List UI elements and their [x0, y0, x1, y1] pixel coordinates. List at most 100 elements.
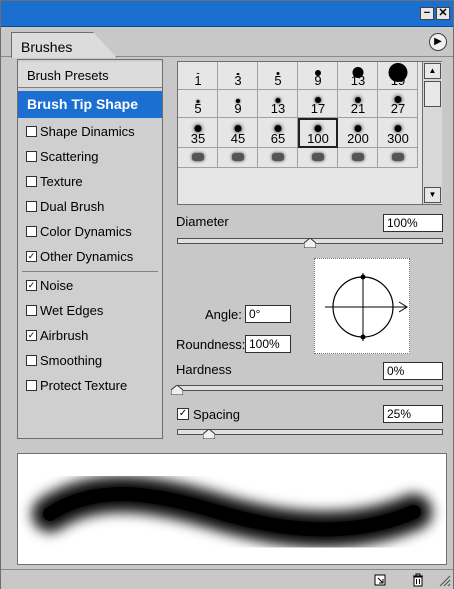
brush-options-list: Brush Presets Brush Tip Shape Shape Dina… [17, 59, 163, 439]
hardness-label: Hardness [176, 362, 232, 377]
sidebar-item-airbrush[interactable]: ✓ Airbrush [18, 324, 162, 348]
sidebar-item-other-dynamics[interactable]: ✓ Other Dynamics [18, 245, 162, 269]
sidebar-item-brush-presets[interactable]: Brush Presets [18, 62, 162, 88]
new-brush-icon[interactable] [373, 573, 387, 587]
spacing-checkbox[interactable]: ✓ [177, 408, 189, 420]
brush-tip-soft-9[interactable]: 9 [218, 90, 258, 118]
title-bar[interactable]: − ✕ [1, 1, 453, 27]
brush-tip-soft-27[interactable]: 27 [378, 90, 418, 118]
spacing-field[interactable]: 25% [383, 405, 443, 423]
sidebar-item-wet-edges[interactable]: Wet Edges [18, 299, 162, 323]
texture-checkbox[interactable] [26, 176, 37, 187]
brush-size-label: 100 [307, 131, 329, 146]
sidebar-item-label: Color Dynamics [40, 224, 132, 239]
shape-dynamics-checkbox[interactable] [26, 126, 37, 137]
panel-footer [1, 569, 453, 589]
sidebar-item-label: Brush Presets [27, 68, 109, 83]
brush-tip-5[interactable]: 5 [258, 62, 298, 90]
scroll-up-arrow-icon[interactable]: ▲ [424, 63, 441, 79]
protect-texture-checkbox[interactable] [26, 380, 37, 391]
brush-size-label: 65 [270, 131, 286, 146]
hardness-field[interactable]: 0% [383, 362, 443, 380]
sidebar-item-label: Smoothing [40, 353, 103, 368]
brush-grid-scrollbar[interactable]: ▲ ▼ [422, 62, 442, 204]
smoothing-checkbox[interactable] [26, 355, 37, 366]
roundness-label: Roundness: [176, 337, 246, 352]
brush-size-label: 27 [390, 101, 406, 116]
panel-menu-button[interactable]: ▶ [429, 33, 447, 51]
brush-tip-19[interactable]: 19 [378, 62, 418, 90]
brush-tip-soft-200[interactable]: 200 [338, 118, 378, 148]
scroll-down-arrow-icon[interactable]: ▼ [424, 187, 441, 203]
hardness-slider[interactable] [177, 385, 443, 391]
brush-tip-1[interactable]: 1 [178, 62, 218, 90]
color-dynamics-checkbox[interactable] [26, 226, 37, 237]
brush-tip-texture-6[interactable] [378, 148, 418, 168]
tab-row: Brushes ▶ [1, 27, 453, 58]
brush-tip-soft-21[interactable]: 21 [338, 90, 378, 118]
brush-size-label: 1 [194, 73, 202, 88]
roundness-field[interactable]: 100% [245, 335, 291, 353]
other-dynamics-checkbox[interactable]: ✓ [26, 251, 37, 262]
brush-tip-soft-35[interactable]: 35 [178, 118, 218, 148]
minimize-button[interactable]: − [420, 7, 434, 20]
brush-tip-soft-100[interactable]: 100 [298, 118, 338, 148]
brush-tip-texture-1[interactable] [178, 148, 218, 168]
sidebar-item-protect-texture[interactable]: Protect Texture [18, 374, 162, 398]
brushes-panel: − ✕ Brushes ▶ Brush Presets Brush Tip Sh… [0, 0, 454, 589]
brush-tip-soft-17[interactable]: 17 [298, 90, 338, 118]
brush-tip-grid: 1 3 5 9 13 19 5 9 13 17 21 27 35 45 65 1… [177, 61, 442, 205]
brush-tip-texture-4[interactable] [298, 148, 338, 168]
brush-tip-texture-5[interactable] [338, 148, 378, 168]
brush-size-label: 45 [230, 131, 246, 146]
diameter-label: Diameter [176, 214, 229, 229]
tab-brushes[interactable]: Brushes [11, 32, 117, 58]
sidebar-item-texture[interactable]: Texture [18, 170, 162, 194]
wet-edges-checkbox[interactable] [26, 305, 37, 316]
brush-tip-soft-45[interactable]: 45 [218, 118, 258, 148]
noise-checkbox[interactable]: ✓ [26, 280, 37, 291]
brush-tip-texture-3[interactable] [258, 148, 298, 168]
brush-stroke-preview [17, 453, 447, 565]
airbrush-checkbox[interactable]: ✓ [26, 330, 37, 341]
brush-tip-3[interactable]: 3 [218, 62, 258, 90]
dual-brush-checkbox[interactable] [26, 201, 37, 212]
spacing-slider[interactable] [177, 429, 443, 435]
sidebar-item-brush-tip-shape[interactable]: Brush Tip Shape [18, 91, 162, 118]
sidebar-item-label: Airbrush [40, 328, 89, 343]
sidebar-item-label: Noise [40, 278, 74, 293]
brush-tip-soft-65[interactable]: 65 [258, 118, 298, 148]
sidebar-item-label: Dual Brush [40, 199, 105, 214]
sidebar-item-label: Other Dynamics [40, 249, 134, 264]
sidebar-item-noise[interactable]: ✓ Noise [18, 274, 162, 298]
tab-brushes-label: Brushes [21, 39, 73, 55]
sidebar-item-label: Brush Tip Shape [27, 96, 138, 112]
angle-roundness-preview[interactable] [314, 258, 410, 354]
diameter-field[interactable]: 100% [383, 214, 443, 232]
brush-tip-13[interactable]: 13 [338, 62, 378, 90]
brush-size-label: 13 [350, 73, 366, 88]
brush-stroke-image [30, 474, 434, 550]
scattering-checkbox[interactable] [26, 151, 37, 162]
sidebar-item-smoothing[interactable]: Smoothing [18, 349, 162, 373]
brush-size-label: 3 [234, 73, 242, 88]
trash-icon[interactable] [411, 573, 425, 587]
scroll-thumb[interactable] [424, 81, 441, 107]
brush-size-label: 17 [310, 101, 326, 116]
play-arrow-icon: ▶ [434, 36, 442, 47]
brush-tip-9[interactable]: 9 [298, 62, 338, 90]
brush-tip-soft-5[interactable]: 5 [178, 90, 218, 118]
brush-size-label: 200 [347, 131, 369, 146]
brush-size-label: 9 [234, 101, 242, 116]
brush-tip-soft-13[interactable]: 13 [258, 90, 298, 118]
sidebar-item-shape-dynamics[interactable]: Shape Dinamics [18, 120, 162, 144]
close-button[interactable]: ✕ [436, 7, 450, 20]
brush-tip-texture-2[interactable] [218, 148, 258, 168]
brush-size-label: 5 [194, 101, 202, 116]
brush-tip-soft-300[interactable]: 300 [378, 118, 418, 148]
sidebar-item-scattering[interactable]: Scattering [18, 145, 162, 169]
sidebar-item-dual-brush[interactable]: Dual Brush [18, 195, 162, 219]
angle-field[interactable]: 0° [245, 305, 291, 323]
sidebar-item-color-dynamics[interactable]: Color Dynamics [18, 220, 162, 244]
resize-grip-icon[interactable] [437, 573, 451, 587]
